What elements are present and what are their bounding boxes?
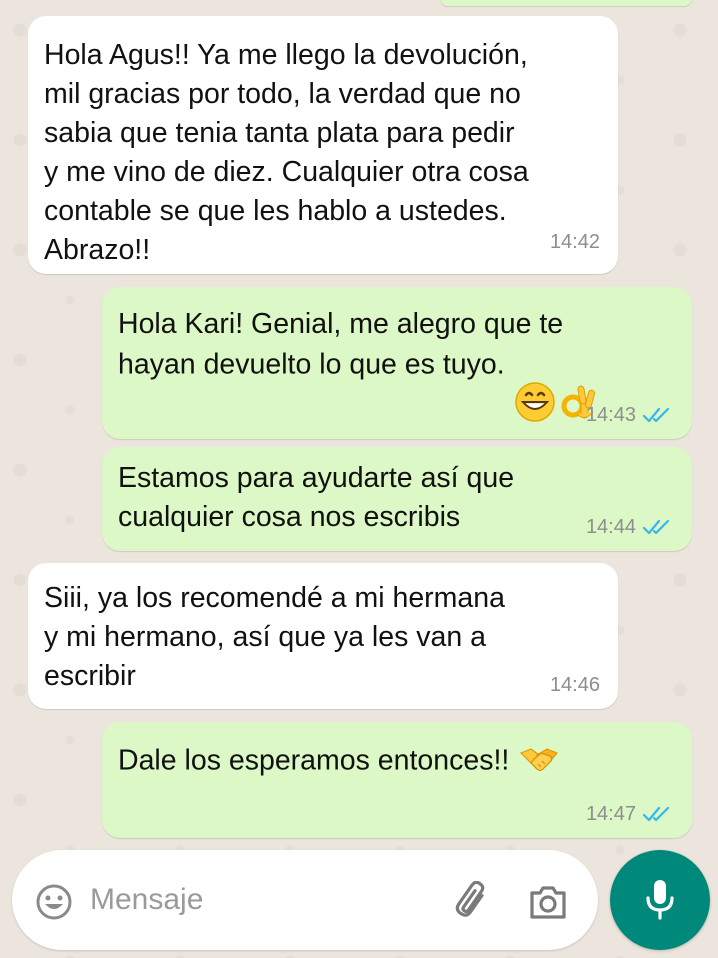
previous-message-bubble-edge xyxy=(440,0,692,6)
message-text: Siii, ya los recomendé a mi hermana y mi… xyxy=(44,582,505,692)
message-text-block: Dale los esperamos entonces!! xyxy=(118,740,561,784)
message-input[interactable]: Mensaje xyxy=(90,880,203,920)
voice-message-button[interactable] xyxy=(610,850,710,950)
message-meta: 14:42 xyxy=(550,230,600,254)
message-meta: 14:44 xyxy=(586,515,674,539)
message-time: 14:44 xyxy=(585,516,636,538)
read-receipt-icon xyxy=(642,407,670,423)
emoji-icon[interactable] xyxy=(32,880,76,924)
message-text-line: Hola Kari! Genial, me alegro que te haya… xyxy=(118,305,601,422)
message-bubble-incoming[interactable]: Hola Agus!! Ya me llego la devolución, m… xyxy=(28,16,618,274)
message-composer: Mensaje xyxy=(12,850,598,950)
message-time: 14:43 xyxy=(585,404,636,426)
message-meta: 14:43 xyxy=(586,403,674,427)
read-receipt-icon xyxy=(642,519,670,535)
message-text: Estamos para ayudarte así que cualquier … xyxy=(118,462,515,533)
message-time: 14:46 xyxy=(549,674,600,696)
ok-hand-emoji xyxy=(557,341,601,419)
message-text-block: Hola Kari! Genial, me alegro que te haya… xyxy=(118,305,601,422)
message-meta: 14:47 xyxy=(586,802,674,826)
message-text: Hola Agus!! Ya me llego la devolución, m… xyxy=(44,39,529,266)
handshake-emoji xyxy=(517,737,561,781)
message-bubble-outgoing[interactable]: Dale los esperamos entonces!! 14:47 xyxy=(102,722,692,838)
message-time: 14:42 xyxy=(549,231,600,253)
message-time: 14:47 xyxy=(585,803,636,825)
read-receipt-icon xyxy=(642,806,670,822)
attach-icon[interactable] xyxy=(450,878,498,926)
grinning-face-emoji xyxy=(513,341,557,422)
mic-icon xyxy=(646,880,674,920)
message-bubble-incoming[interactable]: Siii, ya los recomendé a mi hermana y mi… xyxy=(28,563,618,709)
message-meta: 14:46 xyxy=(550,673,600,697)
message-bubble-outgoing[interactable]: Estamos para ayudarte así que cualquier … xyxy=(102,447,692,551)
message-bubble-outgoing[interactable]: Hola Kari! Genial, me alegro que te haya… xyxy=(102,287,692,439)
camera-icon[interactable] xyxy=(524,878,572,926)
message-text: Dale los esperamos entonces!! xyxy=(118,744,510,777)
message-text: Hola Kari! Genial, me alegro que te haya… xyxy=(118,308,564,381)
